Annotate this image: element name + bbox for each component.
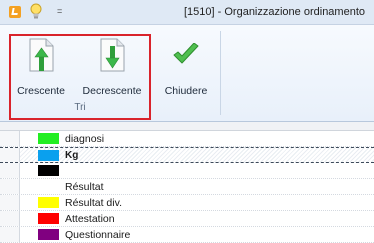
table-row[interactable]: Kg <box>0 147 374 163</box>
app-icon[interactable] <box>9 6 21 18</box>
color-swatch <box>38 150 59 161</box>
table-row[interactable]: Attestation <box>0 211 374 227</box>
color-swatch <box>38 133 59 144</box>
table-row[interactable]: diagnosi <box>0 131 374 147</box>
quick-access-dropdown[interactable]: = <box>57 5 62 17</box>
color-grid: diagnosi Kg Résultat Résultat div. Attestati… <box>0 122 374 243</box>
color-swatch <box>38 181 59 192</box>
table-row[interactable]: Questionnaire <box>0 227 374 243</box>
row-indicator[interactable] <box>0 163 20 178</box>
ribbon-group-separator <box>220 31 221 115</box>
close-button[interactable]: Chiudere <box>160 35 212 105</box>
row-indicator[interactable] <box>0 227 20 242</box>
row-name: Résultat div. <box>65 197 122 209</box>
row-indicator[interactable] <box>0 211 20 226</box>
close-label: Chiudere <box>164 85 208 97</box>
grid-header <box>0 122 374 131</box>
table-row[interactable] <box>0 163 374 179</box>
row-indicator[interactable] <box>0 195 20 210</box>
row-name: Questionnaire <box>65 229 131 241</box>
row-indicator[interactable] <box>0 148 20 162</box>
color-swatch <box>38 213 59 224</box>
table-row[interactable]: Résultat <box>0 179 374 195</box>
color-swatch <box>38 165 59 176</box>
row-name: Attestation <box>65 213 115 225</box>
lightbulb-icon[interactable] <box>29 3 43 21</box>
table-row[interactable]: Résultat div. <box>0 195 374 211</box>
color-swatch <box>38 229 59 240</box>
row-name: Résultat <box>65 181 104 193</box>
checkmark-icon <box>173 43 199 64</box>
ribbon-group-label: Tri <box>74 102 86 113</box>
row-name: Kg <box>65 150 79 161</box>
row-indicator[interactable] <box>0 131 20 146</box>
title-bar: = [1510] - Organizzazione ordinamento <box>0 0 374 24</box>
window-title: [1510] - Organizzazione ordinamento <box>184 6 365 18</box>
row-indicator[interactable] <box>0 179 20 194</box>
row-name: diagnosi <box>65 133 105 145</box>
ribbon: Crescente Decrescente Chiudere Tri <box>0 24 374 122</box>
color-swatch <box>38 197 59 208</box>
